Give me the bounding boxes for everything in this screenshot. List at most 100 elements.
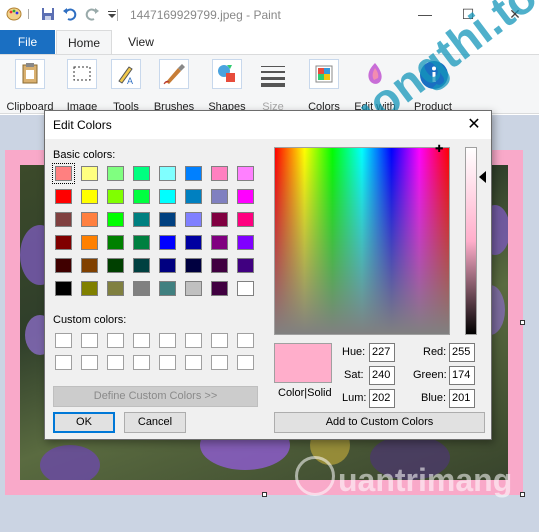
hue-field[interactable]: 227 xyxy=(369,343,395,362)
basic-color-swatch[interactable] xyxy=(185,235,202,250)
basic-colors-label: Basic colors: xyxy=(53,149,116,161)
basic-color-swatch[interactable] xyxy=(55,281,72,296)
custom-color-swatch[interactable] xyxy=(81,333,98,348)
shapes-group[interactable]: Shapes xyxy=(204,57,250,113)
custom-color-swatch[interactable] xyxy=(211,333,228,348)
basic-color-swatch[interactable] xyxy=(237,281,254,296)
basic-color-swatch[interactable] xyxy=(211,212,228,227)
basic-color-swatch[interactable] xyxy=(159,235,176,250)
image-group[interactable]: Image xyxy=(62,57,102,113)
luminosity-slider[interactable] xyxy=(465,147,477,335)
basic-color-swatch[interactable] xyxy=(107,189,124,204)
custom-color-swatch[interactable] xyxy=(107,333,124,348)
basic-color-swatch[interactable] xyxy=(185,258,202,273)
custom-color-swatch[interactable] xyxy=(55,333,72,348)
custom-color-swatch[interactable] xyxy=(55,355,72,370)
basic-color-swatch[interactable] xyxy=(133,281,150,296)
lum-field[interactable]: 202 xyxy=(369,389,395,408)
redo-icon[interactable] xyxy=(84,6,100,22)
basic-color-swatch[interactable] xyxy=(81,166,98,181)
basic-color-swatch[interactable] xyxy=(81,235,98,250)
sat-field[interactable]: 240 xyxy=(369,366,395,385)
resize-handle-bottom[interactable] xyxy=(262,492,267,497)
basic-color-swatch[interactable] xyxy=(159,212,176,227)
custom-color-swatch[interactable] xyxy=(159,355,176,370)
basic-color-swatch[interactable] xyxy=(237,166,254,181)
basic-color-swatch[interactable] xyxy=(55,189,72,204)
basic-color-swatch[interactable] xyxy=(133,166,150,181)
basic-color-swatch[interactable] xyxy=(211,258,228,273)
custom-color-swatch[interactable] xyxy=(237,355,254,370)
brushes-group[interactable]: Brushes xyxy=(150,57,198,113)
green-field[interactable]: 174 xyxy=(449,366,475,385)
clipboard-group[interactable]: Clipboard xyxy=(2,57,58,113)
dialog-title: Edit Colors xyxy=(53,118,112,132)
color-preview xyxy=(274,343,332,383)
basic-color-swatch[interactable] xyxy=(133,235,150,250)
custom-color-swatch[interactable] xyxy=(81,355,98,370)
basic-color-swatch[interactable] xyxy=(107,258,124,273)
basic-color-swatch[interactable] xyxy=(159,258,176,273)
basic-color-swatch[interactable] xyxy=(211,189,228,204)
basic-color-swatch[interactable] xyxy=(107,281,124,296)
red-field[interactable]: 255 xyxy=(449,343,475,362)
undo-icon[interactable] xyxy=(62,6,78,22)
basic-color-swatch[interactable] xyxy=(81,189,98,204)
custom-color-swatch[interactable] xyxy=(211,355,228,370)
ok-button[interactable]: OK xyxy=(53,412,115,433)
size-group: Size xyxy=(255,57,291,113)
tab-view[interactable]: View xyxy=(116,30,166,54)
custom-color-swatch[interactable] xyxy=(237,333,254,348)
custom-color-swatch[interactable] xyxy=(185,333,202,348)
basic-color-swatch[interactable] xyxy=(185,166,202,181)
resize-handle-right[interactable] xyxy=(520,320,525,325)
define-custom-colors-button: Define Custom Colors >> xyxy=(53,386,258,407)
minimize-button[interactable]: — xyxy=(415,4,435,24)
basic-color-swatch[interactable] xyxy=(55,235,72,250)
custom-color-swatch[interactable] xyxy=(107,355,124,370)
basic-color-swatch[interactable] xyxy=(211,281,228,296)
dialog-close-button[interactable]: ✕ xyxy=(463,114,485,136)
basic-color-swatch[interactable] xyxy=(211,166,228,181)
custom-colors-label: Custom colors: xyxy=(53,314,127,326)
basic-color-swatch[interactable] xyxy=(81,212,98,227)
tools-group[interactable]: A Tools xyxy=(108,57,144,113)
custom-color-swatch[interactable] xyxy=(185,355,202,370)
basic-color-swatch[interactable] xyxy=(237,212,254,227)
basic-color-swatch[interactable] xyxy=(237,235,254,250)
basic-color-swatch[interactable] xyxy=(107,235,124,250)
cancel-button[interactable]: Cancel xyxy=(124,412,186,433)
custom-color-swatch[interactable] xyxy=(133,333,150,348)
basic-color-swatch[interactable] xyxy=(159,166,176,181)
custom-color-swatch[interactable] xyxy=(133,355,150,370)
basic-color-swatch[interactable] xyxy=(81,281,98,296)
basic-color-swatch[interactable] xyxy=(107,166,124,181)
basic-color-swatch[interactable] xyxy=(159,189,176,204)
basic-color-swatch[interactable] xyxy=(237,189,254,204)
tab-file[interactable]: File xyxy=(0,30,55,54)
basic-color-swatch[interactable] xyxy=(107,212,124,227)
color-spectrum[interactable]: ✚ xyxy=(274,144,450,335)
title-separator xyxy=(117,9,118,21)
basic-color-swatch[interactable] xyxy=(185,212,202,227)
basic-color-swatch[interactable] xyxy=(185,281,202,296)
basic-color-swatch[interactable] xyxy=(237,258,254,273)
basic-color-swatch[interactable] xyxy=(81,258,98,273)
basic-color-swatch[interactable] xyxy=(133,189,150,204)
custom-color-swatch[interactable] xyxy=(159,333,176,348)
save-icon[interactable] xyxy=(40,6,56,22)
basic-color-swatch[interactable] xyxy=(159,281,176,296)
basic-color-swatch[interactable] xyxy=(133,212,150,227)
add-to-custom-colors-button[interactable]: Add to Custom Colors xyxy=(274,412,485,433)
basic-color-swatch[interactable] xyxy=(185,189,202,204)
basic-color-swatch[interactable] xyxy=(52,163,75,184)
basic-color-swatch[interactable] xyxy=(55,258,72,273)
tab-home[interactable]: Home xyxy=(56,30,112,54)
resize-handle-corner[interactable] xyxy=(520,492,525,497)
basic-color-swatch[interactable] xyxy=(55,212,72,227)
basic-color-swatch[interactable] xyxy=(133,258,150,273)
basic-color-swatch[interactable] xyxy=(211,235,228,250)
luminosity-arrow[interactable] xyxy=(479,171,486,183)
spectrum-crosshair: ✚ xyxy=(435,144,444,155)
blue-field[interactable]: 201 xyxy=(449,389,475,408)
